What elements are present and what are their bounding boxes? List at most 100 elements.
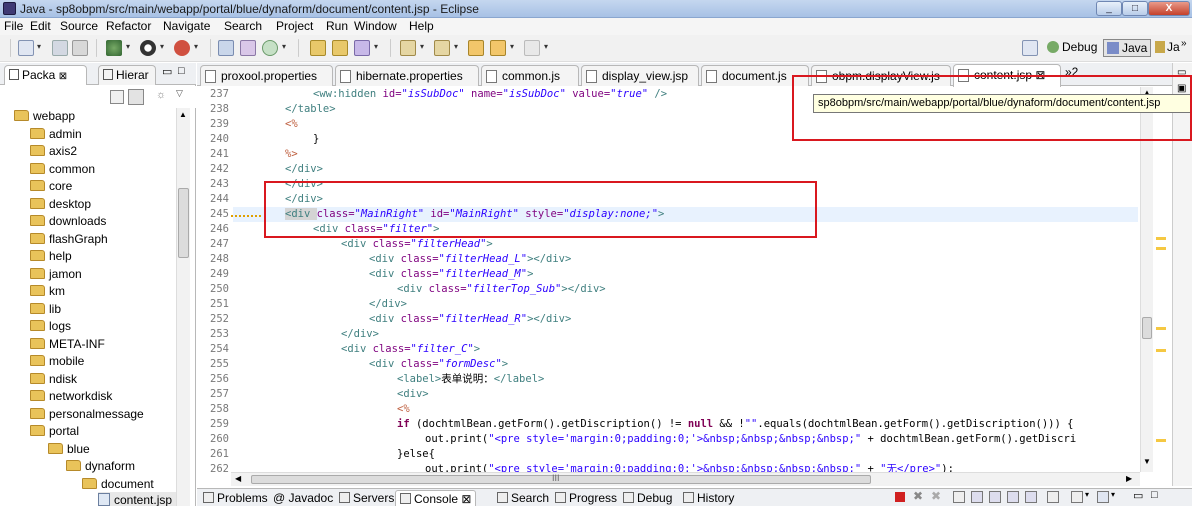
- menu-project[interactable]: Project: [276, 19, 313, 33]
- view-menu-icon[interactable]: ☼: [156, 89, 166, 101]
- terminate-icon[interactable]: [895, 492, 905, 502]
- chevron-down-icon[interactable]: ▾: [282, 42, 286, 51]
- tree-item[interactable]: common: [30, 161, 95, 178]
- collapse-all-icon[interactable]: [110, 90, 124, 104]
- scroll-up-icon[interactable]: ▲: [179, 110, 187, 119]
- open-type-icon[interactable]: [310, 40, 326, 56]
- tree-item[interactable]: downloads: [30, 213, 106, 230]
- pin-console-icon[interactable]: [1047, 491, 1059, 503]
- package-explorer-scrollbar[interactable]: ▲: [176, 108, 190, 506]
- new-java-project-icon[interactable]: [218, 40, 234, 56]
- tab-progress[interactable]: Progress: [551, 490, 621, 506]
- code-text-area[interactable]: <ww:hidden id="isSubDoc" name="isSubDoc"…: [233, 87, 1138, 472]
- chevron-down-icon[interactable]: ▾: [420, 42, 424, 51]
- tree-item[interactable]: ndisk: [30, 371, 77, 388]
- tree-item[interactable]: lib: [30, 301, 61, 318]
- run-icon[interactable]: [140, 40, 156, 56]
- tree-item[interactable]: logs: [30, 318, 71, 335]
- tree-item[interactable]: networkdisk: [30, 388, 112, 405]
- link-with-editor-icon[interactable]: [128, 89, 144, 105]
- chevron-down-icon[interactable]: ▾: [454, 42, 458, 51]
- minimize-button[interactable]: _: [1096, 1, 1122, 16]
- tree-item[interactable]: help: [30, 248, 72, 265]
- back-icon[interactable]: [490, 40, 506, 56]
- maximize-view-icon[interactable]: □: [1151, 489, 1158, 501]
- tab-problems[interactable]: Problems: [199, 490, 272, 506]
- tab-debug[interactable]: Debug: [619, 490, 676, 506]
- print-icon[interactable]: [72, 40, 88, 56]
- editor-tab-display-view-jsp[interactable]: display_view.jsp: [581, 65, 699, 86]
- close-icon[interactable]: ⊠: [59, 71, 67, 82]
- scroll-left-icon[interactable]: ◀: [235, 474, 241, 483]
- remove-launch-icon[interactable]: ✖: [913, 489, 923, 503]
- tree-item[interactable]: mobile: [30, 353, 84, 370]
- tree-item[interactable]: admin: [30, 126, 82, 143]
- remove-all-icon[interactable]: ✖: [931, 489, 941, 503]
- tree-item[interactable]: META-INF: [30, 336, 105, 353]
- new-package-icon[interactable]: [240, 40, 256, 56]
- chevron-down-icon[interactable]: ▾: [374, 42, 378, 51]
- tab-hierarchy[interactable]: Hierar: [98, 65, 156, 85]
- tree-item[interactable]: jamon: [30, 266, 82, 283]
- tree-item[interactable]: km: [30, 283, 65, 300]
- menu-window[interactable]: Window: [354, 19, 397, 33]
- search-icon[interactable]: [354, 40, 370, 56]
- tree-item[interactable]: flashGraph: [30, 231, 108, 248]
- scrollbar-thumb[interactable]: III: [251, 473, 871, 484]
- tree-item[interactable]: document: [82, 476, 154, 493]
- editor-tab-common-js[interactable]: common.js: [481, 65, 579, 86]
- perspective-overflow[interactable]: »: [1178, 37, 1190, 55]
- tree-item[interactable]: blue: [48, 441, 90, 458]
- tree-item[interactable]: webapp: [14, 108, 75, 125]
- ruler-marker[interactable]: [1156, 439, 1166, 442]
- show-console-on-error-icon[interactable]: [1025, 491, 1037, 503]
- menu-navigate[interactable]: Navigate: [163, 19, 210, 33]
- open-console-icon[interactable]: [1097, 491, 1109, 503]
- chevron-down-icon[interactable]: ▾: [160, 42, 164, 51]
- ruler-marker[interactable]: [1156, 327, 1166, 330]
- menu-search[interactable]: Search: [224, 19, 262, 33]
- tree-item[interactable]: core: [30, 178, 72, 195]
- chevron-down-icon[interactable]: ▾: [126, 42, 130, 51]
- tree-item[interactable]: desktop: [30, 196, 91, 213]
- tab-history[interactable]: History: [679, 490, 738, 506]
- tab-servers[interactable]: Servers: [335, 490, 398, 506]
- editor-tab-proxool-properties[interactable]: proxool.properties: [200, 65, 333, 86]
- close-button[interactable]: X: [1148, 1, 1190, 16]
- tree-item[interactable]: axis2: [30, 143, 77, 160]
- clear-console-icon[interactable]: [953, 491, 965, 503]
- new-class-icon[interactable]: [262, 40, 278, 56]
- last-edit-location-icon[interactable]: [468, 40, 484, 56]
- tab-search[interactable]: Search: [493, 490, 553, 506]
- minimize-view-icon[interactable]: ▭: [162, 65, 172, 78]
- ruler-marker[interactable]: [1156, 237, 1166, 240]
- menu-run[interactable]: Run: [326, 19, 348, 33]
- forward-icon[interactable]: [524, 40, 540, 56]
- next-annotation-icon[interactable]: [400, 40, 416, 56]
- editor-vertical-scrollbar[interactable]: ▲ ▼: [1140, 87, 1153, 472]
- tree-item[interactable]: dynaform: [66, 458, 135, 475]
- chevron-down-icon[interactable]: ▾: [544, 42, 548, 51]
- chevron-down-icon[interactable]: ▾: [37, 42, 41, 51]
- chevron-down-icon[interactable]: ▾: [194, 42, 198, 51]
- chevron-down-icon[interactable]: ▾: [1085, 490, 1089, 499]
- debug-icon[interactable]: [106, 40, 122, 56]
- menu-help[interactable]: Help: [409, 19, 434, 33]
- word-wrap-icon[interactable]: [989, 491, 1001, 503]
- perspective-java[interactable]: Java: [1103, 39, 1152, 57]
- tab-javadoc[interactable]: @ Javadoc: [269, 490, 337, 506]
- maximize-view-icon[interactable]: □: [178, 65, 185, 77]
- ruler-marker[interactable]: [1156, 349, 1166, 352]
- scroll-lock-icon[interactable]: [971, 491, 983, 503]
- show-console-on-output-icon[interactable]: [1007, 491, 1019, 503]
- minimize-view-icon[interactable]: ▭: [1133, 489, 1143, 502]
- editor-horizontal-scrollbar[interactable]: ◀ III ▶: [231, 472, 1140, 486]
- external-tools-icon[interactable]: [174, 40, 190, 56]
- scroll-right-icon[interactable]: ▶: [1126, 474, 1132, 483]
- ruler-marker[interactable]: [1156, 247, 1166, 250]
- chevron-down-icon[interactable]: ▽: [176, 88, 183, 99]
- open-perspective-icon[interactable]: [1022, 40, 1038, 56]
- chevron-down-icon[interactable]: ▾: [510, 42, 514, 51]
- scrollbar-thumb[interactable]: [178, 188, 189, 258]
- tab-package-explorer[interactable]: Packa ⊠: [4, 65, 87, 85]
